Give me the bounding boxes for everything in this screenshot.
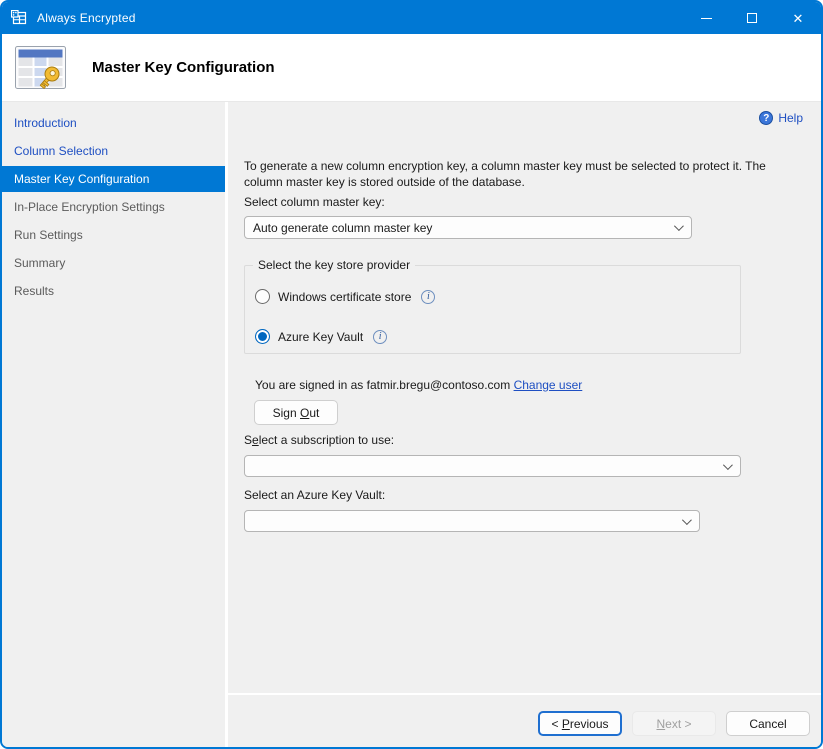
previous-label-post: revious [570,717,609,731]
wizard-header: Master Key Configuration [2,34,821,102]
signed-in-text: You are signed in as fatmir.bregu@contos… [255,378,510,392]
azure-key-vault-label: Azure Key Vault [278,330,363,344]
azure-key-vault-option[interactable]: Azure Key Vault i [255,329,387,344]
sidebar-item-column-selection[interactable]: Column Selection [2,138,225,164]
table-key-icon [14,44,68,92]
window-title: Always Encrypted [37,11,136,25]
footer-separator [228,693,821,695]
sidebar-item-in-place-encryption-settings: In-Place Encryption Settings [2,194,225,220]
app-table-key-icon [11,10,28,26]
info-icon[interactable]: i [421,290,435,304]
maximize-icon [747,13,757,23]
previous-label: < Previous [551,717,608,731]
sidebar-item-run-settings: Run Settings [2,222,225,248]
chevron-down-icon [674,221,684,231]
sign-out-label-post: ut [309,406,319,420]
master-key-dropdown[interactable]: Auto generate column master key [244,216,692,239]
wizard-body: Introduction Column Selection Master Key… [2,102,821,747]
subscription-label: Select a subscription to use: [244,433,394,447]
close-button[interactable]: ✕ [775,2,821,34]
maximize-button[interactable] [729,2,775,34]
help-label: Help [778,111,803,125]
page-title: Master Key Configuration [92,59,275,76]
key-vault-dropdown[interactable] [244,510,700,532]
previous-button[interactable]: < Previous [538,711,622,736]
minimize-icon [701,18,712,19]
subscription-label-mnemonic: e [252,433,259,447]
chevron-down-icon [723,460,733,470]
subscription-label-post: lect a subscription to use: [259,433,394,447]
always-encrypted-wizard-window: Always Encrypted ✕ [0,0,823,749]
next-label: Next > [656,717,691,731]
radio-unselected-icon[interactable] [255,289,270,304]
subscription-dropdown[interactable] [244,455,741,477]
minimize-button[interactable] [683,2,729,34]
info-icon[interactable]: i [373,330,387,344]
description-text: To generate a new column encryption key,… [244,158,774,190]
master-key-configuration-pane: ? Help To generate a new column encrypti… [228,102,821,747]
master-key-dropdown-value: Auto generate column master key [253,221,432,235]
windows-certificate-store-option[interactable]: Windows certificate store i [255,289,435,304]
radio-selected-icon[interactable] [255,329,270,344]
key-store-provider-group: Select the key store provider Windows ce… [244,265,741,354]
key-store-provider-group-title: Select the key store provider [253,258,415,272]
sign-out-button[interactable]: Sign Out [254,400,338,425]
close-icon: ✕ [793,12,804,25]
sidebar-item-introduction[interactable]: Introduction [2,110,225,136]
master-key-label: Select column master key: [244,195,385,209]
previous-label-mnemonic: P [562,717,570,731]
cancel-button[interactable]: Cancel [726,711,810,736]
next-label-mnemonic: N [656,717,665,731]
sign-out-label: Sign Out [273,406,320,420]
sign-out-label-mnemonic: O [300,406,309,420]
next-button: Next > [632,711,716,736]
title-bar: Always Encrypted ✕ [2,2,821,34]
help-link[interactable]: ? Help [759,111,803,125]
chevron-down-icon [682,515,692,525]
previous-label-pre: < [551,717,561,731]
wizard-steps-sidebar: Introduction Column Selection Master Key… [2,102,225,747]
sign-out-label-pre: Sign [273,406,300,420]
sidebar-item-master-key-configuration[interactable]: Master Key Configuration [2,166,225,192]
subscription-label-pre: S [244,433,252,447]
signed-in-line: You are signed in as fatmir.bregu@contos… [255,378,582,392]
window-controls: ✕ [683,2,821,34]
windows-certificate-store-label: Windows certificate store [278,290,411,304]
sidebar-item-summary: Summary [2,250,225,276]
cancel-label: Cancel [749,717,786,731]
next-label-post: ext > [665,717,691,731]
help-icon: ? [759,111,773,125]
key-vault-label: Select an Azure Key Vault: [244,488,385,502]
change-user-link[interactable]: Change user [514,378,583,392]
sidebar-item-results: Results [2,278,225,304]
